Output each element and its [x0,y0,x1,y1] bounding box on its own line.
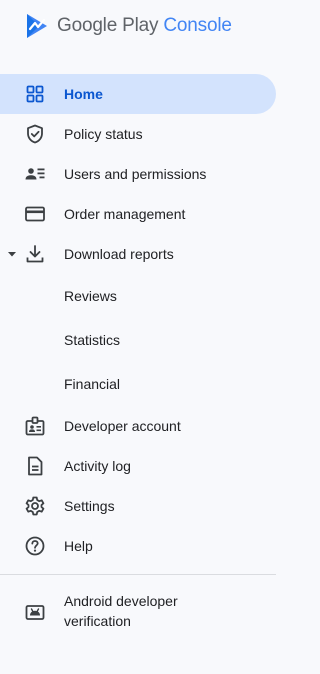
brand-google-play: Google Play [57,15,159,36]
nav-label-activity-log: Activity log [64,458,131,474]
nav-item-activity-log[interactable]: Activity log [0,446,283,486]
nav-menu: Home Policy status Users and permissions… [0,74,283,566]
nav-label-statistics: Statistics [64,332,121,348]
shield-check-icon [24,123,46,145]
nav-item-policy-status[interactable]: Policy status [0,114,283,154]
nav-label-order-management: Order management [64,206,186,222]
document-icon [24,455,46,477]
nav-subitem-statistics[interactable]: Statistics [0,318,283,362]
nav-item-settings[interactable]: Settings [0,486,283,526]
home-grid-icon [24,83,46,105]
nav-label-help: Help [64,538,93,554]
android-icon [24,601,46,623]
nav-item-home[interactable]: Home [0,74,276,114]
nav-item-android-developer-verification[interactable]: Android developer verification [0,590,283,634]
brand-console: Console [163,15,232,36]
nav-label-policy-status: Policy status [64,126,143,142]
credit-card-icon [24,203,46,225]
users-permissions-icon [24,163,46,185]
nav-label-financial: Financial [64,376,121,392]
nav-subitem-financial[interactable]: Financial [0,362,283,406]
nav-item-download-reports[interactable]: Download reports [0,234,283,274]
brand-name: Google Play Console [57,12,232,40]
nav-item-users-permissions[interactable]: Users and permissions [0,154,283,194]
brand-logo[interactable]: Google Play Console [25,12,232,40]
nav-label-android-developer-verification: Android developer verification [64,593,178,629]
nav-label-users-permissions: Users and permissions [64,166,207,182]
nav-label-download-reports: Download reports [64,246,174,262]
play-console-logo-icon [27,14,47,38]
nav-item-developer-account[interactable]: Developer account [0,406,283,446]
nav-item-help[interactable]: Help [0,526,283,566]
nav-subitem-reviews[interactable]: Reviews [0,274,283,318]
nav-label-home: Home [64,86,103,102]
caret-down-icon[interactable] [6,248,18,260]
nav-item-order-management[interactable]: Order management [0,194,283,234]
gear-icon [24,495,46,517]
developer-badge-icon [24,415,46,437]
download-icon [24,243,46,265]
nav-label-reviews: Reviews [64,288,117,304]
nav-label-developer-account: Developer account [64,418,181,434]
sidebar: Google Play Console Home Policy status U… [0,0,283,674]
nav-label-settings: Settings [64,498,115,514]
help-circle-icon [24,535,46,557]
nav-divider [0,574,276,575]
